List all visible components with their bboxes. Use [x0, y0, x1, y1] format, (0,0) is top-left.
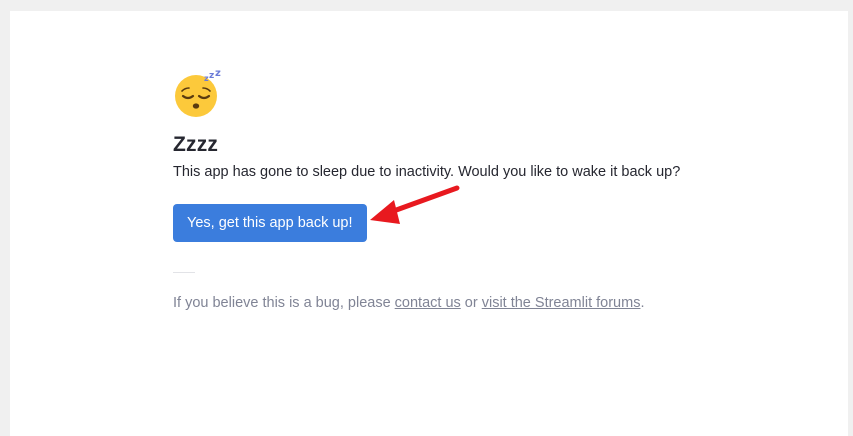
- footer-middle: or: [460, 295, 482, 311]
- footer-text: If you believe this is a bug, please con…: [173, 294, 773, 312]
- sleeping-face-icon: z z z: [173, 68, 223, 119]
- contact-us-link[interactable]: contact us: [395, 295, 461, 311]
- svg-text:z: z: [215, 69, 221, 79]
- page-title: Zzzz: [173, 133, 219, 156]
- sleep-message: This app has gone to sleep due to inacti…: [173, 164, 681, 180]
- svg-text:z: z: [209, 71, 214, 81]
- divider: [173, 272, 195, 273]
- wake-app-button[interactable]: Yes, get this app back up!: [173, 204, 367, 242]
- red-arrow-icon: [370, 185, 460, 224]
- sleep-content: z z z Zzzz This app has gone to sleep du…: [173, 68, 773, 312]
- footer-suffix: .: [640, 295, 645, 311]
- streamlit-forums-link[interactable]: visit the Streamlit forums: [482, 295, 641, 311]
- footer-prefix: If you believe this is a bug, please: [173, 295, 395, 311]
